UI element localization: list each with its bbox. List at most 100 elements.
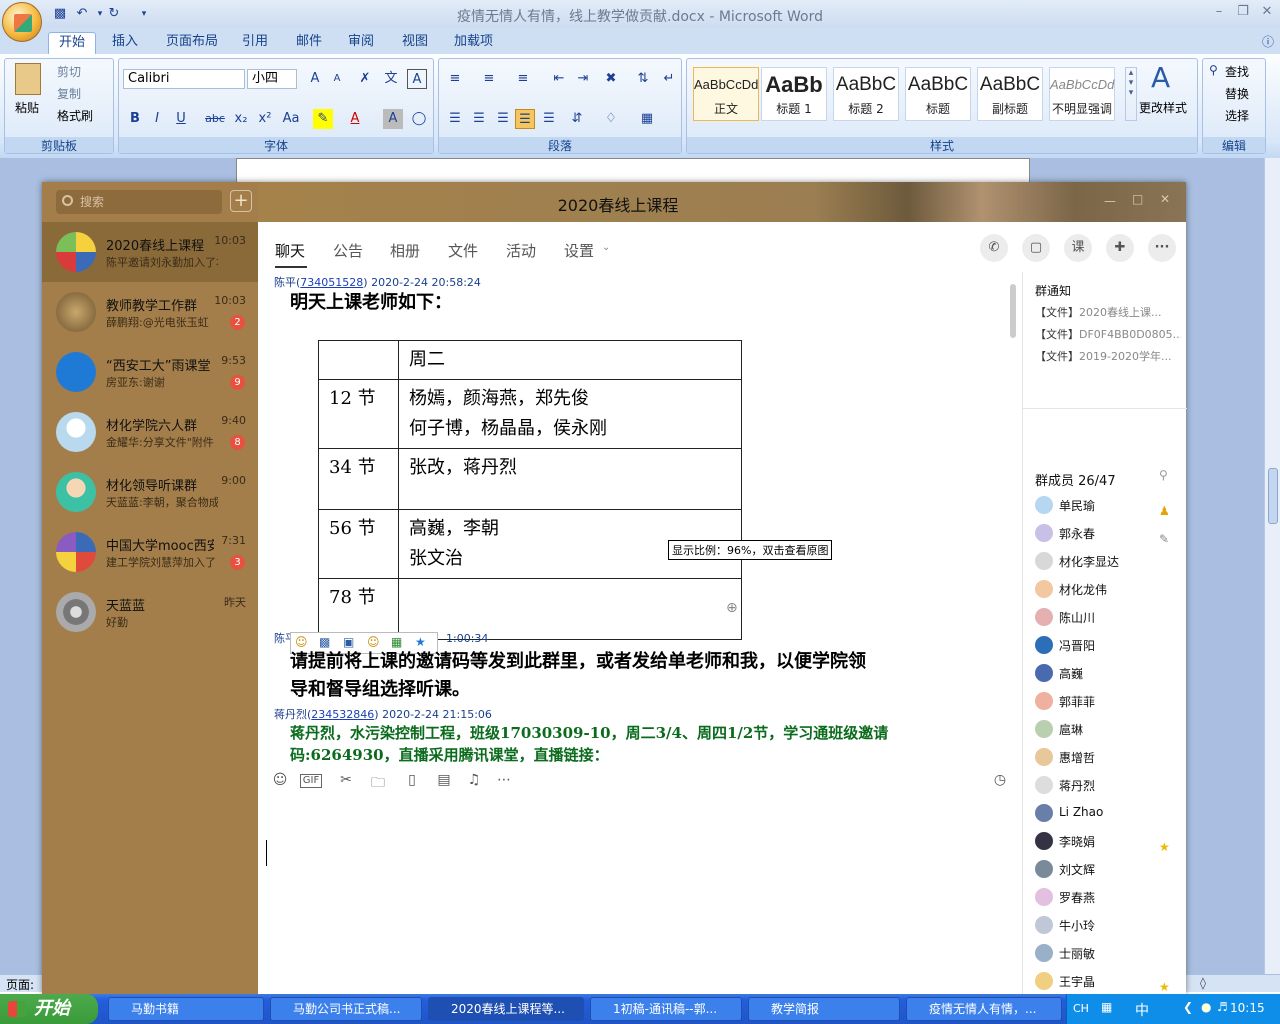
change-case-icon[interactable]: Aa [281,109,301,129]
qq-tray-icon[interactable]: ● [1201,1000,1211,1014]
taskbar-item[interactable]: 马勤公司书正式稿... [270,997,422,1021]
cut-button[interactable]: 剪切 [57,63,81,80]
tab-announcement[interactable]: 公告 [333,240,363,261]
folder-icon[interactable]: 🗀 [368,772,388,791]
notice-item[interactable]: 【文件】DF0F4BB0D0805... [1035,326,1181,342]
superscript-icon[interactable]: x² [255,109,275,129]
tab-page-layout[interactable]: 页面布局 [156,32,228,54]
screen-icon[interactable]: ▣ [343,635,354,649]
search-icon[interactable]: ⚲ [1159,468,1168,482]
face-icon[interactable]: ☺ [367,635,380,649]
bullets-icon[interactable]: ≡ [445,69,465,89]
italic-icon[interactable]: I [147,109,167,129]
zoom-slider-icon[interactable]: ◊ [1200,976,1206,990]
conversation-item[interactable]: 材化领导听课群 天蓝蓝:李朝，聚合物成型 9:00 [42,462,258,522]
sort-icon[interactable]: ⇅ [633,69,653,89]
emoji-icon[interactable]: ☺ [270,772,290,790]
ime-mode[interactable]: 中 [1135,1000,1149,1020]
member-item[interactable]: 士丽敏 [1035,940,1185,968]
align-left-icon[interactable]: ☰ [445,109,465,129]
conversation-item[interactable]: “西安工大”雨课堂 房亚东:谢谢 9:53 9 [42,342,258,402]
tab-album[interactable]: 相册 [390,240,420,261]
styles-scroll-icon[interactable]: ▴ ▾ ▾ [1125,67,1137,121]
multilevel-list-icon[interactable]: ≡ [513,69,533,89]
doc-icon[interactable]: ▯ [402,772,422,790]
member-item[interactable]: 冯晋阳 [1035,632,1185,660]
tab-mailings[interactable]: 邮件 [286,32,332,54]
grow-font-icon[interactable]: A [305,69,325,89]
taskbar-item[interactable]: 1初稿-通讯稿--郭... [590,997,742,1021]
copy-button[interactable]: 复制 [57,85,81,102]
member-item[interactable]: Li Zhao [1035,800,1185,828]
paste-button[interactable]: 粘贴 [15,99,39,116]
bell-icon[interactable]: ♫ [464,772,484,790]
tab-addins[interactable]: 加载项 [444,32,503,54]
find-button[interactable]: 查找 [1225,63,1249,80]
member-item[interactable]: 扈琳 [1035,716,1185,744]
chinese-layout-icon[interactable]: ✖ [601,69,621,89]
member-item[interactable]: 惠增哲 [1035,744,1185,772]
taskbar-item[interactable]: 2020春线上课程等... [428,997,584,1021]
member-item[interactable]: 刘文辉 [1035,856,1185,884]
history-icon[interactable]: ◷ [990,772,1010,790]
edit-icon[interactable]: ✎ [1159,532,1169,546]
tab-view[interactable]: 视图 [392,32,438,54]
video-call-icon[interactable]: ▢ [1022,234,1050,262]
scissors-icon[interactable]: ✂ [336,772,356,790]
underline-icon[interactable]: U [171,109,191,129]
style-heading2[interactable]: AaBbC 标题 2 [833,67,899,121]
show-marks-icon[interactable]: ↵ [659,69,679,89]
font-family-select[interactable]: Calibri [123,69,245,89]
maximize-icon[interactable]: □ [1132,192,1143,206]
member-item[interactable]: 牛小玲 [1035,912,1185,940]
zoom-in-icon[interactable]: ⊕ [726,600,738,616]
close-icon[interactable]: ✕ [1160,192,1170,206]
picture-icon[interactable]: ▦ [391,635,402,649]
distributed-icon[interactable]: ☰ [539,109,559,129]
tab-review[interactable]: 审阅 [338,32,384,54]
format-painter-button[interactable]: 格式刷 [57,107,93,124]
more-icon[interactable]: ··· [1148,234,1176,262]
member-item[interactable]: 郭菲菲 [1035,688,1185,716]
minimize-icon[interactable]: — [1104,194,1116,208]
ime-icon[interactable]: ▦ [1101,1000,1112,1014]
conversation-item[interactable]: 材化学院六人群 金耀华:分享文件"附件 9:40 8 [42,402,258,462]
language-indicator[interactable]: CH [1073,1002,1089,1015]
tab-files[interactable]: 文件 [448,240,478,261]
image-icon[interactable]: ▤ [434,772,454,790]
style-heading1[interactable]: AaBb 标题 1 [761,67,827,121]
tab-home[interactable]: 开始 [48,32,97,54]
conversation-item[interactable]: 教师教学工作群 薛鹏翔:@光电张玉虹 10:03 2 [42,282,258,342]
taskbar-item[interactable]: 马勤书籍 [108,997,264,1021]
tab-references[interactable]: 引用 [232,32,278,54]
taskbar-item[interactable]: 教学简报 [748,997,900,1021]
more-icon[interactable]: ⋯ [494,772,514,790]
font-size-select[interactable]: 小四 [247,69,297,89]
taskbar-item[interactable]: 疫情无情人有情，... [906,997,1062,1021]
add-app-icon[interactable]: ✚ [1106,234,1134,262]
conversation-item[interactable]: 2020春线上课程 陈平邀请刘永勤加入了本群 10:03 [42,222,258,282]
chevron-down-icon[interactable]: ⌄ [602,242,610,253]
tab-activity[interactable]: 活动 [506,240,536,261]
member-item[interactable]: 高巍 [1035,660,1185,688]
select-button[interactable]: 选择 [1225,107,1249,124]
scroll-thumb[interactable] [1268,468,1278,524]
strikethrough-icon[interactable]: abc [205,109,225,129]
font-color-icon[interactable]: A [345,109,365,129]
restore-icon[interactable]: ❐ [1232,4,1254,22]
decrease-indent-icon[interactable]: ⇤ [549,69,569,89]
star-icon[interactable]: ★ [415,635,426,649]
conversation-item[interactable]: 天蓝蓝 好勤 昨天 [42,582,258,642]
numbering-icon[interactable]: ≡ [479,69,499,89]
clear-format-icon[interactable]: ✗ [355,69,375,89]
member-item[interactable]: 材化龙伟 [1035,576,1185,604]
member-item[interactable]: 蒋丹烈 [1035,772,1185,800]
search-input[interactable]: 搜索 [56,190,222,214]
line-spacing-icon[interactable]: ⇵ [567,109,587,129]
tab-settings[interactable]: 设置 [564,240,594,261]
replace-button[interactable]: 替换 [1225,85,1249,102]
office-button[interactable] [2,2,42,42]
notice-item[interactable]: 【文件】2020春线上课... [1035,304,1181,320]
paste-icon[interactable] [15,63,41,95]
gif-icon[interactable]: GIF [300,774,322,788]
